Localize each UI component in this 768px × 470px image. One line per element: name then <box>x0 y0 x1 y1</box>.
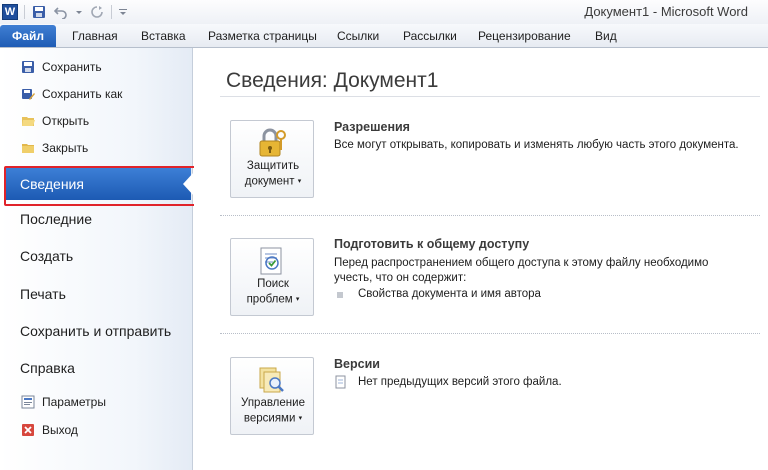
prepare-sharing-line2: учесть, что он содержит: <box>334 272 467 284</box>
title-bar: W Документ1 - Microsoft Word <box>0 0 768 24</box>
section-save-send[interactable]: Сохранить и отправить <box>0 316 193 346</box>
exit-command[interactable]: Выход <box>0 418 193 442</box>
permissions-text: Все могут открывать, копировать и изменя… <box>334 139 739 151</box>
window-title: Документ1 - Microsoft Word <box>584 4 748 19</box>
inspect-line2: проблем <box>246 293 293 306</box>
protect-document-label: Защитить документ ▾ <box>231 159 315 190</box>
save-command-label: Сохранить <box>42 60 102 74</box>
bullet-icon <box>337 292 343 298</box>
page-title: Сведения: Документ1 <box>226 69 439 92</box>
dropdown-arrow-icon: ▾ <box>298 415 303 422</box>
chevron-down-icon[interactable] <box>75 4 83 20</box>
tab-home[interactable]: Главная <box>72 29 118 43</box>
protect-line1: Защитить <box>246 160 300 172</box>
check-for-issues-button[interactable]: Поиск проблем ▾ <box>230 238 314 316</box>
customize-toolbar-icon[interactable] <box>118 4 128 20</box>
options-command[interactable]: Параметры <box>0 390 193 414</box>
toolbar-divider <box>111 5 112 19</box>
close-command[interactable]: Закрыть <box>0 136 193 160</box>
section-recent[interactable]: Последние <box>0 204 193 234</box>
options-label: Параметры <box>42 395 106 409</box>
highlight-box <box>4 166 206 206</box>
tab-review[interactable]: Рецензирование <box>478 29 571 43</box>
exit-label: Выход <box>42 423 78 437</box>
tab-references[interactable]: Ссылки <box>337 29 379 43</box>
versions-line1: Управление <box>241 397 305 409</box>
save-command[interactable]: Сохранить <box>0 55 193 79</box>
inspect-line2-wrap: проблем ▾ <box>231 292 315 308</box>
dropdown-arrow-icon: ▾ <box>297 178 302 185</box>
redo-icon[interactable] <box>89 4 105 20</box>
save-as-command-label: Сохранить как <box>42 87 123 101</box>
protect-document-button[interactable]: Защитить документ ▾ <box>230 120 314 198</box>
version-document-icon <box>335 375 347 389</box>
save-as-icon <box>20 86 36 102</box>
lock-key-icon <box>257 127 287 159</box>
tab-file[interactable]: Файл <box>0 25 56 47</box>
section-new[interactable]: Создать <box>0 241 193 271</box>
inspect-line1: Поиск <box>257 278 289 290</box>
toolbar-divider <box>24 5 25 19</box>
check-for-issues-label: Поиск проблем ▾ <box>231 277 315 308</box>
undo-icon[interactable] <box>53 4 69 20</box>
ribbon-tabs: Файл Главная Вставка Разметка страницы С… <box>0 24 768 48</box>
options-icon <box>20 394 36 410</box>
close-command-label: Закрыть <box>42 141 89 155</box>
open-command[interactable]: Открыть <box>0 109 193 133</box>
save-icon[interactable] <box>31 4 47 20</box>
protect-line2-wrap: документ ▾ <box>231 174 315 190</box>
versions-text: Нет предыдущих версий этого файла. <box>358 376 562 388</box>
manage-versions-button[interactable]: Управление версиями ▾ <box>230 357 314 435</box>
divider <box>220 96 760 97</box>
open-command-label: Открыть <box>42 114 90 128</box>
tab-view[interactable]: Вид <box>595 29 617 43</box>
prepare-sharing-line1: Перед распространением общего доступа к … <box>334 257 709 269</box>
manage-versions-label: Управление версиями ▾ <box>231 396 315 427</box>
open-folder-icon <box>20 113 36 129</box>
permissions-title: Разрешения <box>334 120 410 134</box>
backstage-nav: Сохранить Сохранить как Открыть Закрыть … <box>0 48 193 470</box>
save-as-command[interactable]: Сохранить как <box>0 82 193 106</box>
word-logo-icon[interactable]: W <box>2 4 18 20</box>
inspect-document-icon <box>257 245 287 277</box>
versions-line2: версиями <box>243 412 296 425</box>
protect-line2: документ <box>244 175 295 188</box>
document-properties-item: Свойства документа и имя автора <box>358 288 541 300</box>
manage-versions-icon <box>257 364 287 396</box>
versions-line2-wrap: версиями ▾ <box>231 411 315 427</box>
save-icon <box>20 59 36 75</box>
tab-page-layout[interactable]: Разметка страницы <box>208 29 317 43</box>
tab-insert[interactable]: Вставка <box>141 29 186 43</box>
close-icon <box>20 422 36 438</box>
versions-title: Версии <box>334 357 380 371</box>
dropdown-arrow-icon: ▾ <box>295 296 300 303</box>
close-folder-icon <box>20 140 36 156</box>
prepare-sharing-text: Перед распространением общего доступа к … <box>334 256 754 286</box>
tab-mailings[interactable]: Рассылки <box>403 29 457 43</box>
quick-access-toolbar: W <box>2 2 128 22</box>
section-help[interactable]: Справка <box>0 353 193 383</box>
info-panel: Сведения: Документ1 Защитить документ ▾ … <box>194 48 768 470</box>
section-divider <box>220 215 760 216</box>
section-print[interactable]: Печать <box>0 279 193 309</box>
section-divider <box>220 333 760 334</box>
prepare-sharing-title: Подготовить к общему доступу <box>334 237 530 251</box>
